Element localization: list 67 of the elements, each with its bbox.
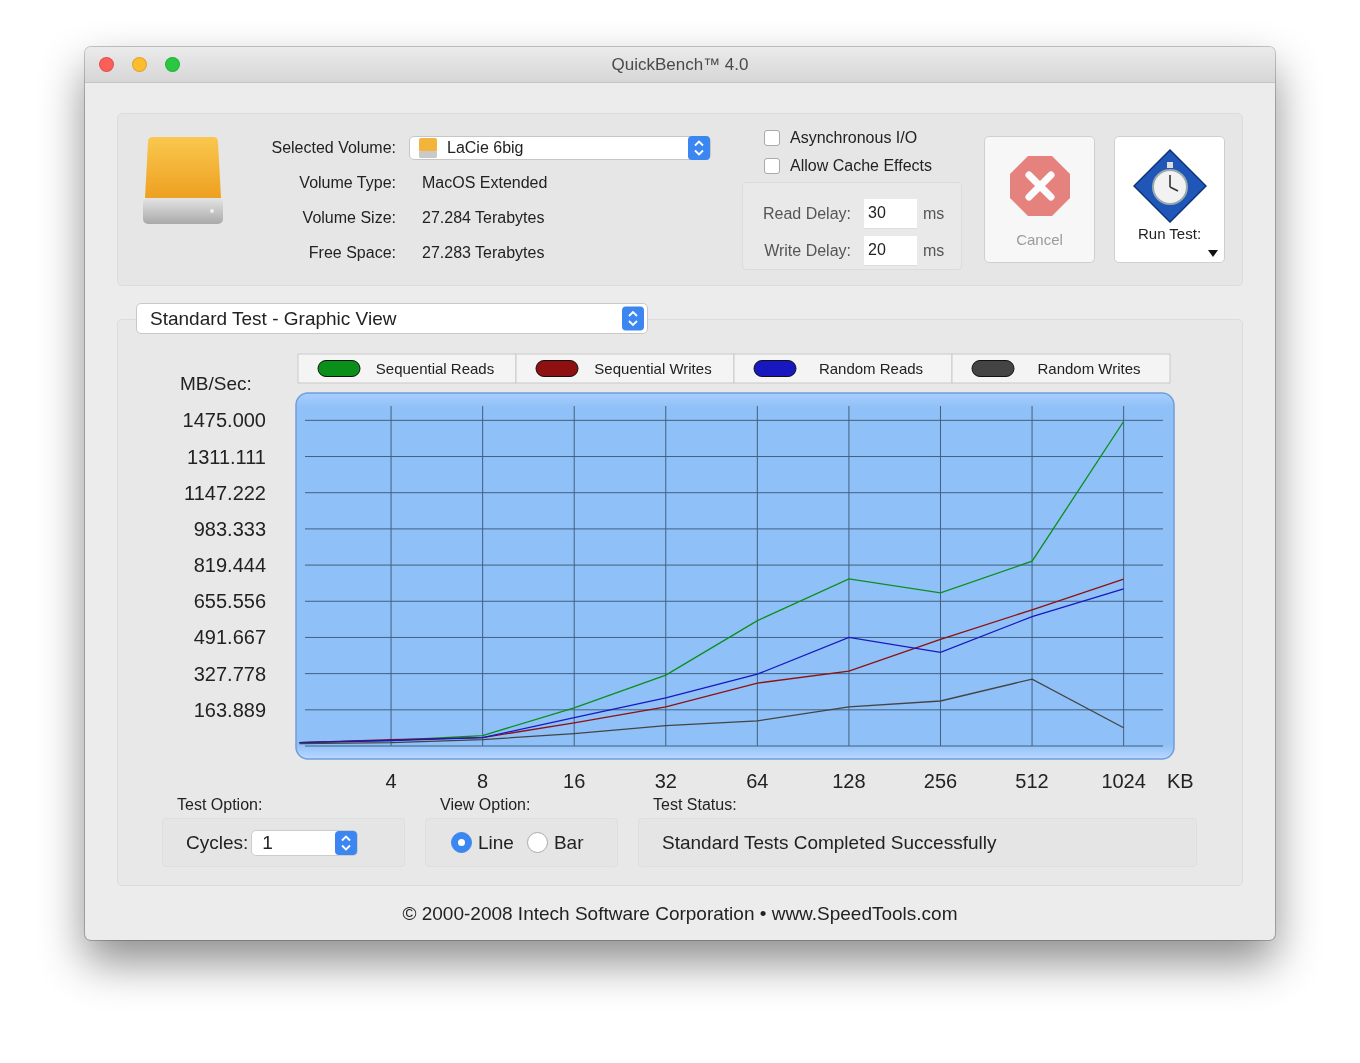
y-tick-label: 655.556 — [193, 590, 266, 613]
group-heading: View Option: — [439, 796, 532, 815]
field-label: Selected Volume: — [271, 138, 396, 158]
window-title: QuickBench™ 4.0 — [611, 54, 749, 75]
x-tick-label: 1024 — [1101, 770, 1146, 792]
y-tick-label: 163.889 — [193, 698, 266, 721]
x-tick-label: 8 — [477, 770, 489, 792]
view-popup[interactable]: Standard Test - Graphic View — [136, 303, 648, 334]
field-label: Write Delay: — [763, 241, 851, 260]
y-tick-label: 1475.000 — [182, 409, 266, 432]
close-button[interactable] — [99, 57, 114, 72]
y-tick-label: 491.667 — [193, 626, 266, 649]
delay-field[interactable]: 30 — [864, 198, 917, 229]
hard-drive-icon — [142, 136, 224, 226]
unit-label: ms — [923, 204, 945, 223]
x-tick-label: 32 — [654, 770, 677, 792]
legend-label: Random Writes — [1037, 360, 1141, 377]
stepper-icon — [688, 136, 710, 160]
cycles-field[interactable]: 1 — [251, 829, 359, 856]
stop-icon — [1008, 155, 1071, 217]
field-label: Volume Type: — [299, 173, 396, 193]
copyright-text: © 2000-2008 Intech Software Corporation • www.SpeedTools.com — [402, 903, 958, 924]
view-radio[interactable]: Line — [451, 831, 514, 854]
run-test-button[interactable]: Run Test: — [1114, 136, 1225, 263]
status-message: Standard Tests Completed Successfully — [662, 831, 997, 854]
y-tick-label: 983.333 — [193, 517, 266, 540]
checkbox[interactable]: Allow Cache Effects — [764, 152, 932, 180]
group-heading: Test Status: — [652, 796, 738, 815]
legend-label: Random Reads — [818, 360, 924, 377]
field-label: Read Delay: — [761, 204, 851, 223]
x-tick-label: 512 — [1015, 770, 1049, 792]
x-tick-label: 16 — [563, 770, 586, 792]
delay-field[interactable]: 20 — [864, 235, 917, 266]
field-label: Free Space: — [308, 243, 396, 263]
zoom-button[interactable] — [165, 57, 180, 72]
group-heading: Test Option: — [176, 796, 264, 815]
view-radio[interactable]: Bar — [526, 831, 584, 854]
legend-button[interactable]: Sequential Reads — [297, 353, 517, 384]
legend-button[interactable]: Random Reads — [733, 353, 953, 384]
stepper-icon — [622, 304, 644, 333]
field-value: MacOS Extended — [421, 173, 548, 193]
legend-button[interactable]: Random Writes — [951, 353, 1171, 384]
y-tick-label: 1147.222 — [184, 481, 266, 504]
y-tick-label: 819.444 — [193, 554, 266, 577]
volume-popup[interactable]: LaCie 6big — [409, 136, 711, 160]
legend-label: Sequential Reads — [375, 360, 495, 377]
drive-icon — [418, 137, 438, 159]
unit-label: ms — [923, 241, 945, 260]
dropdown-triangle-icon — [1208, 250, 1218, 257]
axis-label: MB/Sec: — [180, 373, 252, 394]
x-tick-label: 64 — [746, 770, 769, 792]
field-value: 27.283 Terabytes — [421, 243, 545, 263]
stepper-icon — [335, 830, 358, 855]
stopwatch-icon — [1132, 149, 1207, 223]
x-tick-label: 128 — [832, 770, 866, 792]
x-tick-label: 4 — [385, 770, 397, 792]
field-label: Cycles: — [186, 831, 249, 854]
y-tick-label: 327.778 — [193, 662, 266, 685]
field-label: Volume Size: — [302, 208, 396, 228]
x-tick-label: 256 — [923, 770, 958, 792]
checkbox[interactable]: Asynchronous I/O — [764, 124, 918, 152]
axis-label: KB — [1167, 770, 1194, 792]
y-tick-label: 1311.111 — [187, 445, 266, 468]
legend-label: Sequential Writes — [594, 360, 712, 377]
field-value: 27.284 Terabytes — [421, 208, 545, 228]
minimize-button[interactable] — [132, 57, 147, 72]
legend-button[interactable]: Sequential Writes — [515, 353, 735, 384]
